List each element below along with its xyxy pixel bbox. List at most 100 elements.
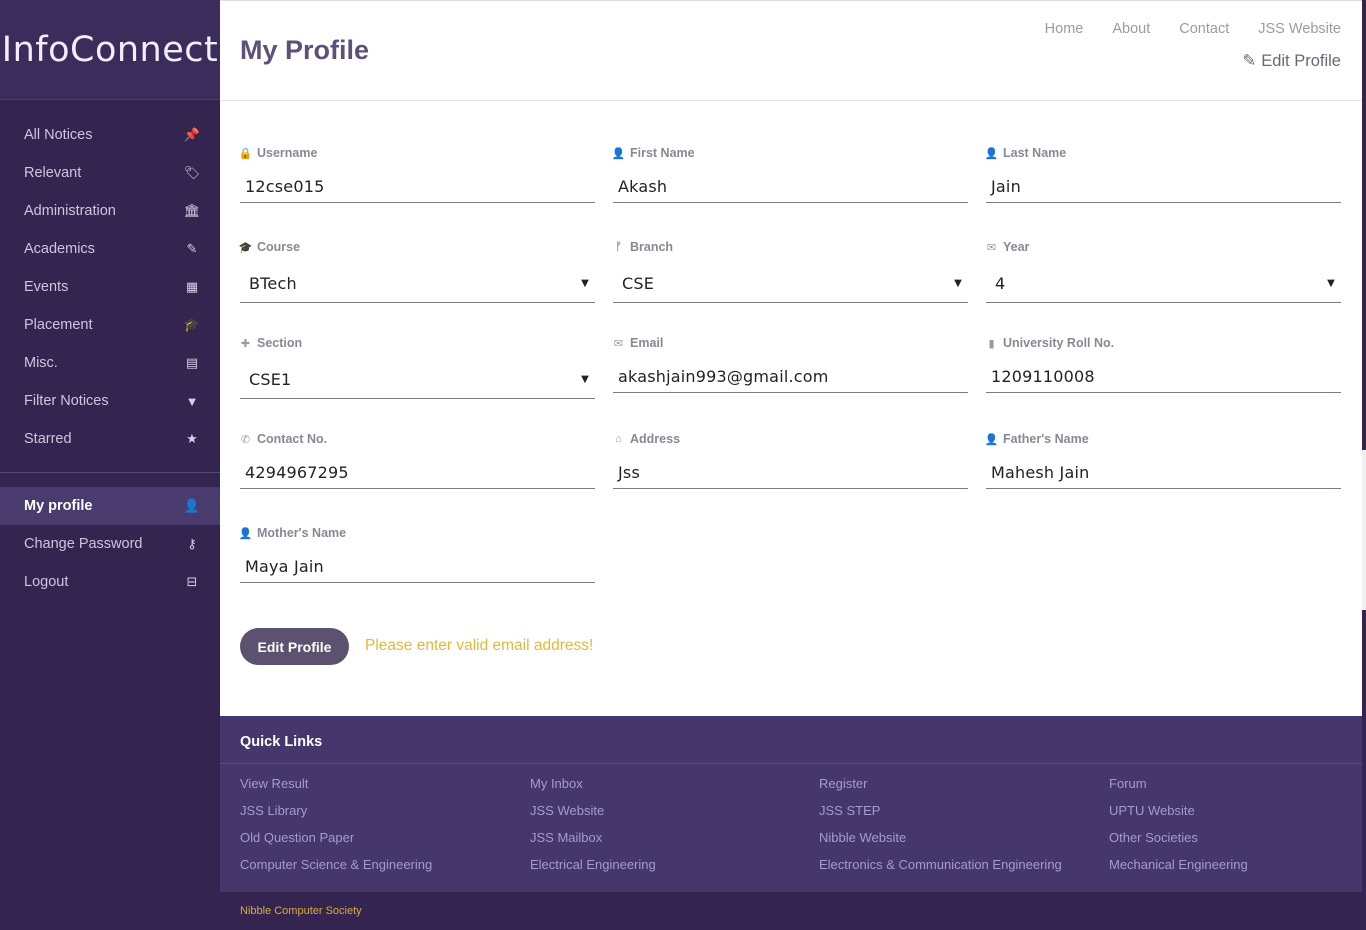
- scrollbar-thumb-lower[interactable]: [1362, 610, 1366, 930]
- envelope-icon: ✉: [986, 241, 997, 254]
- page-title: My Profile: [240, 35, 370, 65]
- edit-profile-link[interactable]: ✎ Edit Profile: [1242, 51, 1341, 71]
- scrollbar[interactable]: [1362, 0, 1366, 930]
- nav-link-about[interactable]: About: [1112, 21, 1150, 37]
- chevron-down-icon: ▼: [581, 374, 589, 385]
- sidebar-item-my-profile[interactable]: My profile 👤: [0, 487, 220, 525]
- sidebar-item-label: My profile: [24, 498, 93, 514]
- mother-name-input[interactable]: Maya Jain: [240, 551, 595, 583]
- edit-profile-button[interactable]: Edit Profile: [240, 628, 349, 665]
- sidebar-account-nav: My profile 👤 Change Password ⚷ Logout ⊟: [0, 487, 220, 601]
- first-name-input[interactable]: Akash: [613, 171, 968, 203]
- star-icon: ★: [186, 431, 198, 446]
- section-label: Section: [257, 336, 303, 350]
- year-select[interactable]: 4 ▼: [986, 265, 1341, 303]
- nav-link-jss-website[interactable]: JSS Website: [1258, 21, 1341, 37]
- link-nibble-website[interactable]: Nibble Website: [819, 830, 906, 845]
- last-name-input[interactable]: Jain: [986, 171, 1341, 203]
- sidebar-item-starred[interactable]: Starred ★: [0, 420, 220, 458]
- address-input[interactable]: Jss: [613, 457, 968, 489]
- link-jss-website[interactable]: JSS Website: [530, 803, 604, 818]
- link-register[interactable]: Register: [819, 776, 867, 791]
- email-input[interactable]: akashjain993@gmail.com: [613, 361, 968, 393]
- copyright-text[interactable]: Nibble Computer Society: [240, 905, 362, 917]
- link-ece[interactable]: Electronics & Communication Engineering: [819, 857, 1062, 872]
- link-my-inbox[interactable]: My Inbox: [530, 776, 583, 791]
- page-header: My Profile Home About Contact JSS Websit…: [220, 0, 1362, 101]
- sidebar-item-academics[interactable]: Academics ✎: [0, 230, 220, 268]
- year-value: 4: [995, 274, 1006, 293]
- link-uptu-website[interactable]: UPTU Website: [1109, 803, 1195, 818]
- roll-no-input[interactable]: 1209110008: [986, 361, 1341, 393]
- link-jss-library[interactable]: JSS Library: [240, 803, 307, 818]
- home-icon: ⌂: [615, 433, 622, 445]
- calendar-icon: ▦: [185, 279, 199, 294]
- email-field: ✉ Email akashjain993@gmail.com: [613, 335, 968, 393]
- address-field: ⌂ Address Jss: [613, 431, 968, 489]
- link-old-question-paper[interactable]: Old Question Paper: [240, 830, 354, 845]
- section-value: CSE1: [249, 370, 292, 389]
- username-input[interactable]: 12cse015: [240, 171, 595, 203]
- sidebar-item-misc[interactable]: Misc. ▤: [0, 344, 220, 382]
- link-mechanical[interactable]: Mechanical Engineering: [1109, 857, 1248, 872]
- course-select[interactable]: BTech ▼: [240, 265, 595, 303]
- contact-label: Contact No.: [257, 432, 328, 446]
- last-name-label: Last Name: [1003, 146, 1067, 160]
- sidebar-item-relevant[interactable]: Relevant 🏷: [0, 154, 220, 192]
- pushpin-icon: 📌: [183, 127, 201, 142]
- sidebar-item-label: Relevant: [24, 165, 82, 181]
- father-name-input[interactable]: Mahesh Jain: [986, 457, 1341, 489]
- link-jss-mailbox[interactable]: JSS Mailbox: [530, 830, 602, 845]
- sidebar-item-all-notices[interactable]: All Notices 📌: [0, 116, 220, 154]
- quick-links-title: Quick Links: [220, 716, 1362, 764]
- sidebar-item-placement[interactable]: Placement 🎓: [0, 306, 220, 344]
- pencil-icon: ✎: [1242, 52, 1257, 70]
- tags-icon: 🏷: [183, 165, 201, 180]
- phone-icon: ✆: [240, 433, 251, 446]
- course-field: 🎓 Course BTech ▼: [239, 239, 595, 303]
- contact-input[interactable]: 4294967295: [240, 457, 595, 489]
- list-alt-icon: ▤: [185, 355, 199, 370]
- link-view-result[interactable]: View Result: [240, 776, 308, 791]
- course-label: Course: [257, 240, 301, 254]
- scrollbar-thumb[interactable]: [1362, 0, 1366, 450]
- code-fork-icon: ᚠ: [615, 241, 622, 253]
- inbox-icon: ⊟: [186, 574, 198, 589]
- link-jss-step[interactable]: JSS STEP: [819, 803, 880, 818]
- bank-icon: 🏛: [183, 203, 201, 218]
- error-message: Please enter valid email address!: [365, 637, 594, 654]
- contact-field: ✆ Contact No. 4294967295: [240, 431, 595, 489]
- nav-link-home[interactable]: Home: [1045, 21, 1084, 37]
- section-field: ✚ Section CSE1 ▼: [240, 335, 595, 399]
- sidebar-item-administration[interactable]: Administration 🏛: [0, 192, 220, 230]
- sidebar-item-events[interactable]: Events ▦: [0, 268, 220, 306]
- branch-label: Branch: [630, 240, 674, 254]
- brand-logo[interactable]: InfoConnect: [2, 30, 218, 70]
- main-content: My Profile Home About Contact JSS Websit…: [220, 0, 1362, 930]
- username-field: 🔒 Username 12cse015: [239, 145, 595, 203]
- father-name-field: 👤 Father's Name Mahesh Jain: [985, 431, 1341, 489]
- book-icon: ▮: [988, 337, 995, 350]
- user-icon: 👤: [611, 147, 626, 160]
- link-cse[interactable]: Computer Science & Engineering: [240, 857, 432, 872]
- graduation-cap-icon: 🎓: [183, 317, 201, 332]
- filter-icon: ▼: [185, 393, 199, 409]
- sidebar-item-change-password[interactable]: Change Password ⚷: [0, 525, 220, 563]
- link-electrical[interactable]: Electrical Engineering: [530, 857, 656, 872]
- branch-select[interactable]: CSE ▼: [613, 265, 968, 303]
- puzzle-icon: ✚: [240, 337, 251, 350]
- sidebar-item-label: Change Password: [24, 536, 143, 552]
- last-name-field: 👤 Last Name Jain: [985, 145, 1341, 203]
- link-other-societies[interactable]: Other Societies: [1109, 830, 1198, 845]
- sidebar: InfoConnect All Notices 📌 Relevant 🏷 Admin…: [0, 0, 220, 930]
- course-value: BTech: [249, 274, 297, 293]
- link-forum[interactable]: Forum: [1109, 776, 1147, 791]
- nav-link-contact[interactable]: Contact: [1179, 21, 1229, 37]
- logo-area: InfoConnect: [0, 0, 220, 100]
- sidebar-item-label: Placement: [24, 317, 93, 333]
- sidebar-item-filter-notices[interactable]: Filter Notices ▼: [0, 382, 220, 420]
- section-select[interactable]: CSE1 ▼: [240, 361, 595, 399]
- sidebar-divider: [0, 472, 220, 473]
- father-name-label: Father's Name: [1003, 432, 1089, 446]
- sidebar-item-logout[interactable]: Logout ⊟: [0, 563, 220, 601]
